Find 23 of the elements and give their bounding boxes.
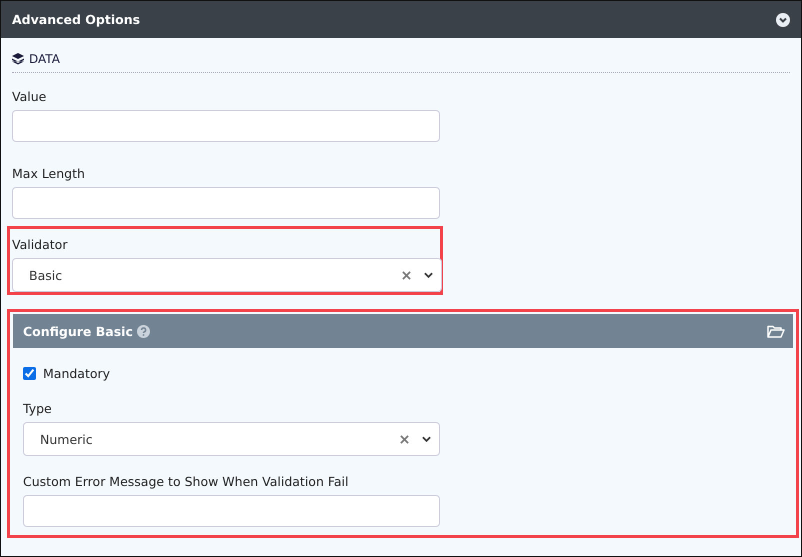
field-label: Validator bbox=[12, 237, 68, 252]
chevron-down-icon bbox=[422, 436, 431, 442]
clear-icon[interactable] bbox=[402, 270, 411, 280]
input-field[interactable] bbox=[12, 110, 440, 142]
section-title: DATA bbox=[29, 52, 60, 66]
input-field[interactable] bbox=[23, 495, 440, 527]
field-label: Type bbox=[23, 401, 53, 416]
chevron-circle-icon[interactable] bbox=[776, 12, 790, 26]
folder-icon[interactable] bbox=[767, 324, 785, 338]
select-field[interactable]: Numeric bbox=[23, 422, 440, 456]
select-field[interactable]: Basic bbox=[12, 258, 442, 292]
field-label: Value bbox=[12, 89, 48, 104]
field-label: Custom Error Message to Show When Validation Fail bbox=[23, 474, 350, 489]
field-label: Max Length bbox=[12, 166, 86, 181]
input-field[interactable] bbox=[12, 187, 440, 219]
checkbox[interactable] bbox=[23, 367, 36, 380]
clear-icon[interactable] bbox=[400, 434, 409, 444]
panel-title: Advanced Options bbox=[12, 12, 140, 27]
layers-icon bbox=[12, 53, 24, 65]
chevron-down-icon bbox=[424, 272, 433, 278]
help-icon[interactable] bbox=[136, 324, 150, 338]
checkbox-label: Mandatory bbox=[43, 366, 110, 381]
panel-title: Configure Basic bbox=[23, 324, 133, 338]
